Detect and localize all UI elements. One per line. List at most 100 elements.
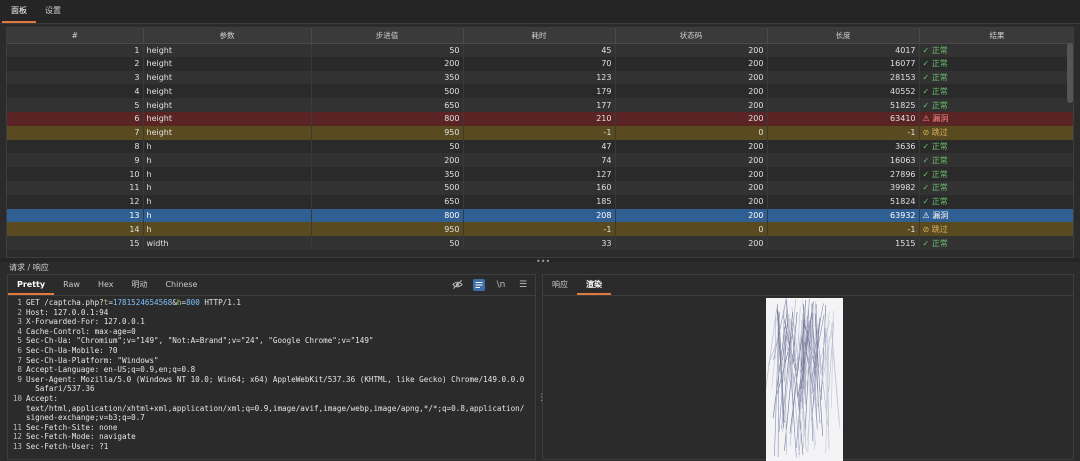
column-header-index[interactable]: # <box>7 28 143 43</box>
table-row[interactable]: 9h2007420016063✓ 正常 <box>7 153 1074 167</box>
cell-length: 16063 <box>767 153 919 167</box>
table-row[interactable]: 13h80020820063932⚠ 漏洞 <box>7 209 1074 223</box>
cell-length: 39982 <box>767 181 919 195</box>
tab-render[interactable]: 渲染 <box>577 275 611 295</box>
response-tabs: 响应 渲染 <box>543 275 1073 296</box>
cell-status: 200 <box>615 71 767 85</box>
column-header-time[interactable]: 耗时 <box>463 28 615 43</box>
request-tabs: Pretty Raw Hex 明动 Chinese \n ☰ <box>8 275 535 296</box>
code-token: 800 <box>186 298 200 307</box>
code-line: 8Accept-Language: en-US;q=0.9,en;q=0.8 <box>10 365 535 375</box>
table-row[interactable]: 4height50017920040552✓ 正常 <box>7 84 1074 98</box>
cell-result: ✓ 正常 <box>919 43 1074 57</box>
table-row[interactable]: 11h50016020039982✓ 正常 <box>7 181 1074 195</box>
line-number: 12 <box>10 432 22 442</box>
table-row[interactable]: 12h65018520051824✓ 正常 <box>7 195 1074 209</box>
request-response-label: 请求 / 响应 <box>9 262 49 273</box>
cell-result: ✓ 正常 <box>919 236 1074 250</box>
cell-step: 350 <box>311 167 463 181</box>
code-token: signed-exchange;v=b3;q=0.7 <box>26 413 145 422</box>
request-editor[interactable]: 1GET /captcha.php?t=1781524654568&h=800 … <box>8 296 535 452</box>
table-row[interactable]: 6height80021020063410⚠ 漏洞 <box>7 112 1074 126</box>
code-token: 1781524654568 <box>113 298 172 307</box>
table-row[interactable]: 10h35012720027896✓ 正常 <box>7 167 1074 181</box>
line-number: 3 <box>10 317 22 327</box>
line-text: Accept: <box>26 394 58 404</box>
cell-param: height <box>143 126 311 140</box>
table-row[interactable]: 3height35012320028153✓ 正常 <box>7 71 1074 85</box>
table-row[interactable]: 1height50452004017✓ 正常 <box>7 43 1074 57</box>
cell-param: height <box>143 84 311 98</box>
splitter-grip-icon[interactable]: ••• <box>536 257 550 266</box>
cell-time: 123 <box>463 71 615 85</box>
column-header-param[interactable]: 参数 <box>143 28 311 43</box>
table-row[interactable]: 7height950-10-1⊘ 跳过 <box>7 126 1074 140</box>
line-number <box>10 413 22 423</box>
table-row[interactable]: 14h950-10-1⊘ 跳过 <box>7 222 1074 236</box>
cell-step: 800 <box>311 209 463 223</box>
code-line: 10 Accept: <box>10 394 535 404</box>
column-header-length[interactable]: 长度 <box>767 28 919 43</box>
code-token: GET /captcha.php? <box>26 298 104 307</box>
line-number: 9 <box>10 375 22 385</box>
line-number: 10 <box>10 394 22 404</box>
code-line: 4Cache-Control: max-age=0 <box>10 327 535 337</box>
table-header-row: # 参数 步进值 耗时 状态码 长度 结果 <box>7 28 1074 43</box>
tab-pretty[interactable]: Pretty <box>8 275 54 295</box>
cell-time: 33 <box>463 236 615 250</box>
tab-chinese[interactable]: Chinese <box>156 275 206 295</box>
line-text: X-Forwarded-For: 127.0.0.1 <box>26 317 145 327</box>
cell-index: 1 <box>7 43 143 57</box>
line-number: 6 <box>10 346 22 356</box>
cell-index: 15 <box>7 236 143 250</box>
table-row[interactable]: 8h50472003636✓ 正常 <box>7 140 1074 154</box>
code-line: 9 User-Agent: Mozilla/5.0 (Windows NT 10.… <box>10 375 535 385</box>
tab-panel[interactable]: 面板 <box>2 1 36 23</box>
line-text: Accept-Language: en-US;q=0.9,en;q=0.8 <box>26 365 195 375</box>
cell-step: 950 <box>311 126 463 140</box>
tab-settings[interactable]: 设置 <box>36 1 70 23</box>
cell-param: h <box>143 153 311 167</box>
eye-off-icon[interactable] <box>451 279 463 291</box>
cell-index: 12 <box>7 195 143 209</box>
cell-index: 11 <box>7 181 143 195</box>
table-row[interactable]: 5height65017720051825✓ 正常 <box>7 98 1074 112</box>
line-text: Cache-Control: max-age=0 <box>26 327 136 337</box>
cell-time: 74 <box>463 153 615 167</box>
table-row[interactable]: 2height2007020016077✓ 正常 <box>7 57 1074 71</box>
cell-step: 50 <box>311 236 463 250</box>
tab-raw[interactable]: Raw <box>54 275 89 295</box>
cell-status: 0 <box>615 222 767 236</box>
format-icon[interactable] <box>473 279 485 291</box>
cell-result: ✓ 正常 <box>919 195 1074 209</box>
code-token: User-Agent: Mozilla/5.0 (Windows NT 10.0… <box>26 375 524 384</box>
cell-result: ✓ 正常 <box>919 153 1074 167</box>
column-header-status[interactable]: 状态码 <box>615 28 767 43</box>
cell-step: 650 <box>311 98 463 112</box>
tab-mingdong[interactable]: 明动 <box>122 275 156 295</box>
table-row[interactable]: 15width50332001515✓ 正常 <box>7 236 1074 250</box>
column-header-step[interactable]: 步进值 <box>311 28 463 43</box>
cell-result: ✓ 正常 <box>919 98 1074 112</box>
code-token: Host: 127.0.0.1:94 <box>26 308 108 317</box>
cell-status: 200 <box>615 195 767 209</box>
cell-result: ✓ 正常 <box>919 84 1074 98</box>
menu-icon[interactable]: ☰ <box>517 279 529 291</box>
code-token: text/html,application/xhtml+xml,applicat… <box>26 404 524 413</box>
cell-status: 200 <box>615 167 767 181</box>
code-line: 13Sec-Fetch-User: ?1 <box>10 442 535 452</box>
line-number: 13 <box>10 442 22 452</box>
tab-response[interactable]: 响应 <box>543 275 577 295</box>
cell-result: ⚠ 漏洞 <box>919 112 1074 126</box>
code-line: 6Sec-Ch-Ua-Mobile: ?0 <box>10 346 535 356</box>
cell-result: ✓ 正常 <box>919 140 1074 154</box>
tab-hex[interactable]: Hex <box>89 275 123 295</box>
code-line: 5Sec-Ch-Ua: "Chromium";v="149", "Not:A=B… <box>10 336 535 346</box>
line-text: text/html,application/xhtml+xml,applicat… <box>26 404 524 414</box>
cell-time: 45 <box>463 43 615 57</box>
column-header-result[interactable]: 结果 <box>919 28 1074 43</box>
newline-toggle-icon[interactable]: \n <box>495 279 507 291</box>
table-scrollbar[interactable] <box>1067 43 1073 103</box>
cell-index: 14 <box>7 222 143 236</box>
cell-param: h <box>143 181 311 195</box>
